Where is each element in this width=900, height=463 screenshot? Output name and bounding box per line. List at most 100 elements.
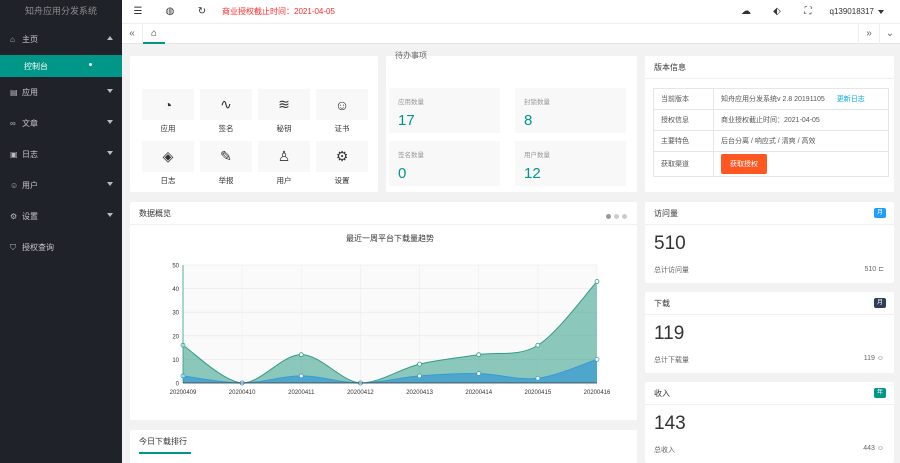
shortcut-layers[interactable]: ≋ 秘钥 bbox=[258, 89, 310, 134]
x-tick-label: 20200410 bbox=[229, 390, 256, 396]
pending-stat-label: 用户数量 bbox=[524, 152, 550, 159]
license-notice: 商业授权截止时间：2021-04-05 bbox=[222, 7, 335, 16]
x-tick-label: 20200409 bbox=[170, 390, 197, 396]
data-point bbox=[298, 373, 304, 379]
carousel-dots[interactable] bbox=[603, 212, 627, 221]
layers-icon: ≋ bbox=[258, 89, 310, 120]
globe-icon[interactable]: ◍ bbox=[154, 6, 186, 17]
home-tab-icon[interactable]: ⌂ bbox=[143, 24, 165, 44]
pending-stat[interactable]: 签名数量 0 bbox=[389, 141, 500, 186]
sidebar-item-auth-query[interactable]: ⛉ 授权查询 bbox=[0, 232, 122, 263]
sidebar-item-label: 日志 bbox=[22, 150, 38, 159]
shortcut-dashboard[interactable]: ◔ 应用 bbox=[142, 89, 194, 134]
refresh-icon[interactable]: ↻ bbox=[186, 6, 218, 17]
tab-scroll-right-icon[interactable]: » bbox=[858, 23, 879, 44]
pending-stat[interactable]: 封锁数量 8 bbox=[515, 88, 626, 133]
get-license-button[interactable]: 获取授权 bbox=[721, 154, 767, 174]
shield-icon: ⛉ bbox=[10, 242, 16, 252]
stat-card-sub: 总计下载量 bbox=[654, 357, 689, 364]
log-icon: ▣ bbox=[10, 150, 18, 159]
version-card: 版本信息 当前版本 知舟应用分发系统v 2.8 20191105 更新日志 授权信… bbox=[645, 56, 894, 192]
sidebar-item-console[interactable]: 控制台 bbox=[0, 55, 122, 77]
smile-icon: ☺ bbox=[876, 445, 884, 452]
stat-card: 收入年 143 总收入 443 ☺ bbox=[645, 382, 894, 463]
menu-toggle-icon[interactable]: ☰ bbox=[122, 6, 154, 17]
stat-card-value: 143 bbox=[654, 413, 686, 434]
carousel-dot[interactable] bbox=[606, 214, 611, 219]
period-badge: 月 bbox=[873, 298, 886, 308]
gear-icon: ⚙ bbox=[10, 212, 18, 221]
y-tick-label: 0 bbox=[176, 382, 180, 388]
y-tick-label: 40 bbox=[172, 287, 179, 293]
sidebar-item-settings[interactable]: ⚙ 设置 bbox=[0, 201, 122, 232]
version-table: 当前版本 知舟应用分发系统v 2.8 20191105 更新日志 授权信息 商业授… bbox=[653, 88, 889, 177]
sidebar-item-apps[interactable]: ▤ 应用 bbox=[0, 77, 122, 108]
user-icon: ☺ bbox=[10, 181, 19, 190]
stat-card: 访问量月 510 总计访问量 510 ⊏ bbox=[645, 202, 894, 283]
link-icon: ∞ bbox=[10, 119, 16, 128]
pending-stat[interactable]: 用户数量 12 bbox=[515, 141, 626, 186]
shortcut-smile[interactable]: ☺ 证书 bbox=[316, 89, 368, 134]
shortcut-label: 日志 bbox=[160, 176, 176, 185]
x-tick-label: 20200414 bbox=[465, 390, 492, 396]
stat-card: 下载月 119 总计下载量 119 ☺ bbox=[645, 292, 894, 373]
sidebar-item-home[interactable]: ⌂ 主页 bbox=[0, 24, 122, 55]
version-text: 知舟应用分发系统v 2.8 20191105 bbox=[721, 96, 825, 103]
tab-scroll-left-icon[interactable]: « bbox=[122, 23, 143, 44]
overview-card: 数据概览 最近一周平台下载量趋势 0 10 20 30 40 50 20200409 20200… bbox=[130, 202, 637, 420]
version-value: 商业授权截止时间：2021-04-05 bbox=[713, 109, 889, 131]
data-point bbox=[417, 361, 422, 367]
version-key: 获取渠道 bbox=[653, 151, 714, 177]
carousel-dot[interactable] bbox=[622, 214, 627, 219]
chevron-down-icon bbox=[878, 9, 884, 14]
stat-card-sub-number: 443 bbox=[863, 445, 875, 452]
shortcut-label: 设置 bbox=[334, 176, 350, 185]
sidebar-item-articles[interactable]: ∞ 文章 bbox=[0, 108, 122, 139]
shortcut-label: 举报 bbox=[218, 176, 234, 185]
table-row: 获取渠道 获取授权 bbox=[653, 151, 889, 177]
tab-menu-icon[interactable]: ⌄ bbox=[879, 23, 900, 44]
changelog-link[interactable]: 更新日志 bbox=[837, 96, 865, 103]
pulse-icon: ∿ bbox=[200, 89, 252, 120]
table-row: 当前版本 知舟应用分发系统v 2.8 20191105 更新日志 bbox=[653, 88, 889, 110]
theme-icon[interactable]: ☁ bbox=[731, 6, 762, 17]
sidebar-item-label: 文章 bbox=[22, 119, 38, 128]
shortcut-compass[interactable]: ◈ 日志 bbox=[142, 141, 194, 186]
version-value: 获取授权 bbox=[713, 151, 889, 177]
active-dot-icon bbox=[89, 63, 92, 66]
shortcut-label: 签名 bbox=[218, 124, 234, 133]
smile-icon: ☺ bbox=[876, 355, 884, 362]
stat-card-sub-number: 510 bbox=[864, 266, 877, 273]
sidebar-item-logs[interactable]: ▣ 日志 bbox=[0, 139, 122, 170]
stat-card-title: 访问量 bbox=[645, 202, 894, 225]
sidebar-item-label: 应用 bbox=[22, 88, 38, 97]
data-point bbox=[594, 279, 600, 284]
stat-card-title: 收入 bbox=[645, 382, 894, 405]
sidebar-item-label: 用户 bbox=[22, 181, 38, 190]
carousel-dot[interactable] bbox=[614, 214, 619, 219]
chevron-down-icon bbox=[107, 89, 113, 93]
shortcut-user[interactable]: ♙ 用户 bbox=[258, 141, 310, 186]
shortcut-gear[interactable]: ⚙ 设置 bbox=[316, 141, 368, 186]
sidebar-item-users[interactable]: ☺ 用户 bbox=[0, 170, 122, 201]
compass-icon: ◈ bbox=[142, 141, 194, 172]
stat-card-title: 下载 bbox=[645, 292, 894, 315]
shortcut-pulse[interactable]: ∿ 签名 bbox=[200, 89, 252, 134]
stat-card-sub: 总收入 bbox=[654, 447, 675, 454]
sidebar-item-label: 主页 bbox=[22, 35, 38, 44]
stat-card-sub-number: 119 bbox=[863, 355, 875, 362]
user-menu[interactable]: q139018317 bbox=[830, 7, 884, 16]
pending-stat[interactable]: 应用数量 17 bbox=[389, 88, 500, 133]
shortcut-report[interactable]: ✎ 举报 bbox=[200, 141, 252, 186]
pending-stat-label: 应用数量 bbox=[398, 99, 424, 106]
fullscreen-icon[interactable]: ⛶ bbox=[793, 6, 824, 17]
pending-stat-value: 0 bbox=[398, 165, 407, 182]
shortcuts-card: ◔ 应用 ∿ 签名 ≋ 秘钥 ☺ 证书 ◈ 日志 ✎ 举报 ♙ 用户 ⚙ 设置 bbox=[130, 56, 378, 192]
ranking-title-text: 今日下载排行 bbox=[139, 432, 191, 454]
period-badge: 月 bbox=[873, 208, 886, 218]
tag-icon[interactable]: ⬖ bbox=[762, 6, 793, 17]
pending-stat-label: 签名数量 bbox=[398, 152, 424, 159]
x-tick-label: 20200412 bbox=[347, 390, 374, 396]
ranking-title: 今日下载排行 bbox=[130, 430, 637, 454]
top-header: ☰ ◍ ↻ 商业授权截止时间：2021-04-05 ☁ ⬖ ⛶ q1390183… bbox=[122, 0, 900, 24]
